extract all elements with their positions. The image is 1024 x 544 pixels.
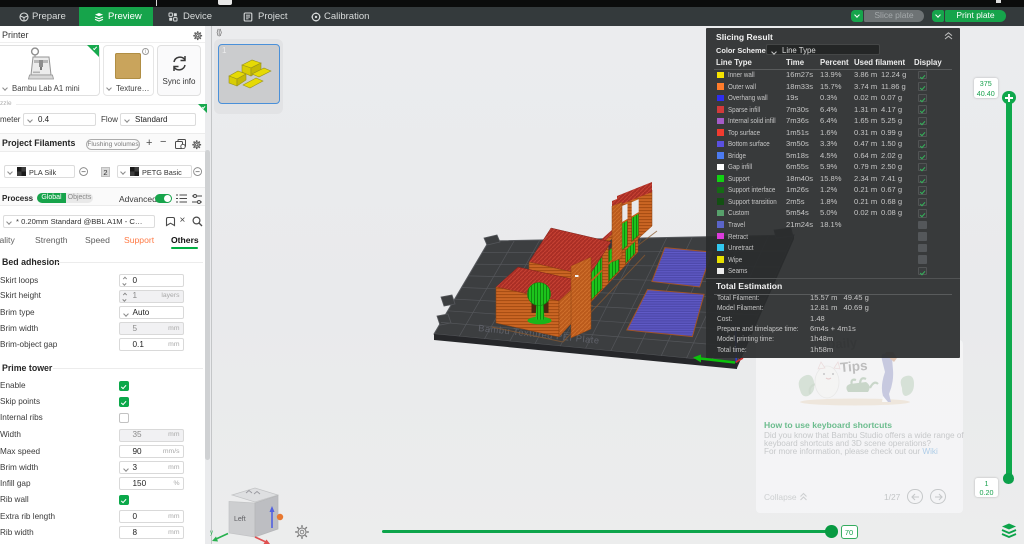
svg-text:y: y xyxy=(210,530,213,536)
svg-text:Left: Left xyxy=(234,516,246,523)
